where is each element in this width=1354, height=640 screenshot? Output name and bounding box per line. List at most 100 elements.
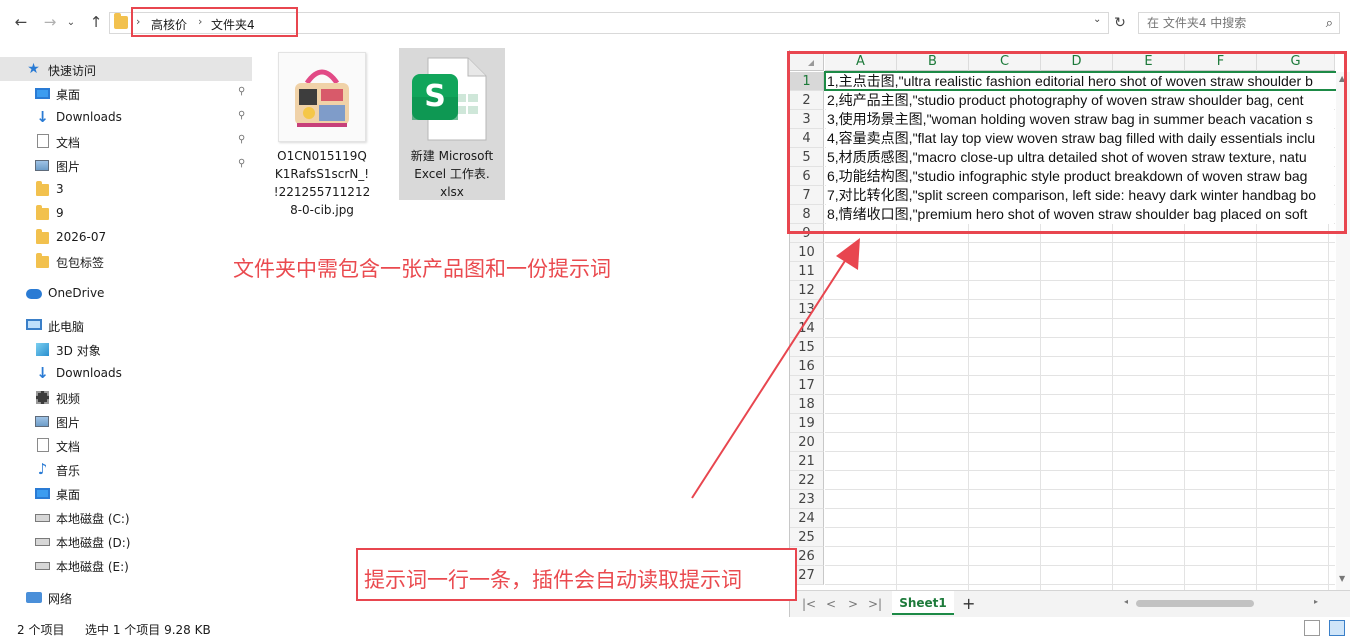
up-arrow-icon[interactable]: ↑	[86, 12, 106, 32]
sidebar-item-label: Downloads	[56, 366, 122, 380]
music-note-icon: ♪	[37, 460, 48, 478]
row-header[interactable]: 24	[790, 509, 824, 528]
item-count: 2 个项目	[17, 623, 65, 637]
sidebar-item-label: 本地磁盘 (E:)	[56, 560, 129, 574]
next-sheet-icon[interactable]: >	[848, 597, 858, 611]
sidebar-item-label: 2026-07	[56, 230, 107, 244]
sidebar-item-music[interactable]: ♪ 音乐	[0, 457, 252, 481]
sidebar-item-label: 本地磁盘 (C:)	[56, 512, 130, 526]
sidebar-item-desktop-pc[interactable]: 桌面	[0, 481, 252, 505]
file-name-line: Excel 工作表.	[414, 167, 490, 181]
details-view-icon[interactable]	[1304, 620, 1320, 636]
pictures-icon	[35, 416, 49, 427]
sidebar-item-label: 3	[56, 182, 64, 196]
folder-icon	[36, 181, 49, 196]
sidebar-item-label: 文档	[56, 136, 81, 150]
folder-icon	[36, 253, 49, 268]
sidebar-item-label: 文档	[56, 440, 81, 454]
document-icon	[37, 134, 49, 148]
pin-icon: ⚲	[238, 158, 246, 169]
sidebar-item-desktop[interactable]: 桌面 ⚲	[0, 81, 252, 105]
sidebar-item-label: 本地磁盘 (D:)	[56, 536, 131, 550]
pin-icon: ⚲	[238, 110, 246, 121]
sidebar-item-downloads[interactable]: ↓ Downloads ⚲	[0, 105, 252, 129]
add-sheet-button[interactable]: +	[962, 594, 975, 613]
sidebar-item-onedrive[interactable]: OneDrive	[0, 281, 252, 305]
pin-icon: ⚲	[238, 86, 246, 97]
product-image-thumbnail	[278, 52, 366, 142]
download-arrow-icon: ↓	[36, 364, 49, 382]
handbag-icon	[279, 53, 365, 141]
search-icon[interactable]: ⌕	[1326, 16, 1333, 31]
scroll-right-icon[interactable]: ▸	[1314, 597, 1318, 606]
refresh-icon[interactable]: ↻	[1110, 12, 1130, 34]
back-arrow-icon[interactable]: ←	[11, 12, 31, 32]
sidebar-item-label: 包包标签	[56, 256, 105, 270]
spreadsheet-icon: S	[412, 57, 487, 141]
sidebar-item-label: 网络	[48, 592, 73, 606]
large-icons-view-icon[interactable]	[1329, 620, 1345, 636]
sidebar-item-pictures-pc[interactable]: 图片	[0, 409, 252, 433]
scroll-down-icon[interactable]: ▼	[1339, 574, 1345, 583]
sidebar-item-drive-d[interactable]: 本地磁盘 (D:)	[0, 529, 252, 553]
sidebar-item-folder-bag-labels[interactable]: 包包标签	[0, 249, 252, 273]
sheet-tab-bar: |< < > >| Sheet1 + ◂ ▸	[790, 590, 1350, 617]
document-icon	[37, 438, 49, 452]
file-name-line: 新建 Microsoft	[410, 149, 494, 163]
row-header[interactable]: 25	[790, 528, 824, 547]
address-dropdown-chevron-icon[interactable]: ⌄	[1093, 14, 1101, 25]
sidebar-item-3d-objects[interactable]: 3D 对象	[0, 337, 252, 361]
breadcrumb-highlight-box	[131, 7, 298, 37]
pictures-icon	[35, 160, 49, 171]
sidebar-item-pictures[interactable]: 图片 ⚲	[0, 153, 252, 177]
last-sheet-icon[interactable]: >|	[868, 597, 882, 611]
sidebar-item-drive-e[interactable]: 本地磁盘 (E:)	[0, 553, 252, 577]
sidebar-item-quick-access[interactable]: ★ 快速访问	[0, 57, 252, 81]
sidebar-item-documents[interactable]: 文档 ⚲	[0, 129, 252, 153]
recent-locations-chevron-icon[interactable]: ⌄	[61, 13, 81, 33]
sidebar-item-label: 桌面	[56, 488, 81, 502]
folder-icon	[36, 205, 49, 220]
sidebar-item-label: 此电脑	[48, 320, 85, 334]
sidebar-item-label: 3D 对象	[56, 344, 101, 358]
file-name-line: 8-0-cib.jpg	[290, 203, 354, 217]
prompt-rows-highlight-box	[787, 51, 1347, 234]
desktop-icon	[35, 488, 50, 499]
navigation-pane: ★ 快速访问 桌面 ⚲ ↓ Downloads ⚲ 文档 ⚲ 图片 ⚲ 3 9 …	[0, 52, 255, 615]
star-icon: ★	[27, 61, 40, 77]
folder-icon	[114, 13, 128, 29]
sidebar-item-documents-pc[interactable]: 文档	[0, 433, 252, 457]
first-sheet-icon[interactable]: |<	[802, 597, 816, 611]
sidebar-item-label: 快速访问	[48, 64, 97, 78]
drive-icon	[35, 538, 50, 546]
sidebar-item-folder-3[interactable]: 3	[0, 177, 252, 201]
computer-icon	[26, 319, 42, 330]
selection-info: 选中 1 个项目 9.28 KB	[85, 623, 211, 637]
previous-sheet-icon[interactable]: <	[826, 597, 836, 611]
sidebar-item-drive-c[interactable]: 本地磁盘 (C:)	[0, 505, 252, 529]
sidebar-item-folder-2026-07[interactable]: 2026-07	[0, 225, 252, 249]
drive-icon	[35, 562, 50, 570]
sidebar-item-label: 桌面	[56, 88, 81, 102]
svg-text:S: S	[424, 79, 446, 114]
sidebar-item-label: OneDrive	[48, 286, 105, 300]
annotation-prompt-rule: 提示词一行一条，插件会自动读取提示词	[364, 568, 742, 592]
sidebar-item-label: 图片	[56, 416, 81, 430]
sheet-tab-sheet1[interactable]: Sheet1	[892, 591, 954, 615]
forward-arrow-icon[interactable]: →	[40, 12, 60, 32]
sidebar-item-network[interactable]: 网络	[0, 585, 252, 609]
pin-icon: ⚲	[238, 134, 246, 145]
sidebar-item-downloads-pc[interactable]: ↓ Downloads	[0, 361, 252, 385]
sidebar-item-this-pc[interactable]: 此电脑	[0, 313, 252, 337]
annotation-folder-requirement: 文件夹中需包含一张产品图和一份提示词	[233, 257, 611, 281]
scroll-left-icon[interactable]: ◂	[1124, 597, 1128, 606]
search-input[interactable]	[1147, 15, 1317, 31]
search-box[interactable]: ⌕	[1138, 12, 1340, 34]
sidebar-item-label: 音乐	[56, 464, 81, 478]
sidebar-item-videos[interactable]: 视频	[0, 385, 252, 409]
sidebar-item-folder-9[interactable]: 9	[0, 201, 252, 225]
sidebar-item-label: 图片	[56, 160, 81, 174]
file-name-line: !221255711212	[273, 185, 371, 199]
file-name-line: O1CN015119Q	[277, 149, 367, 163]
horizontal-scroll-thumb[interactable]	[1136, 600, 1254, 607]
